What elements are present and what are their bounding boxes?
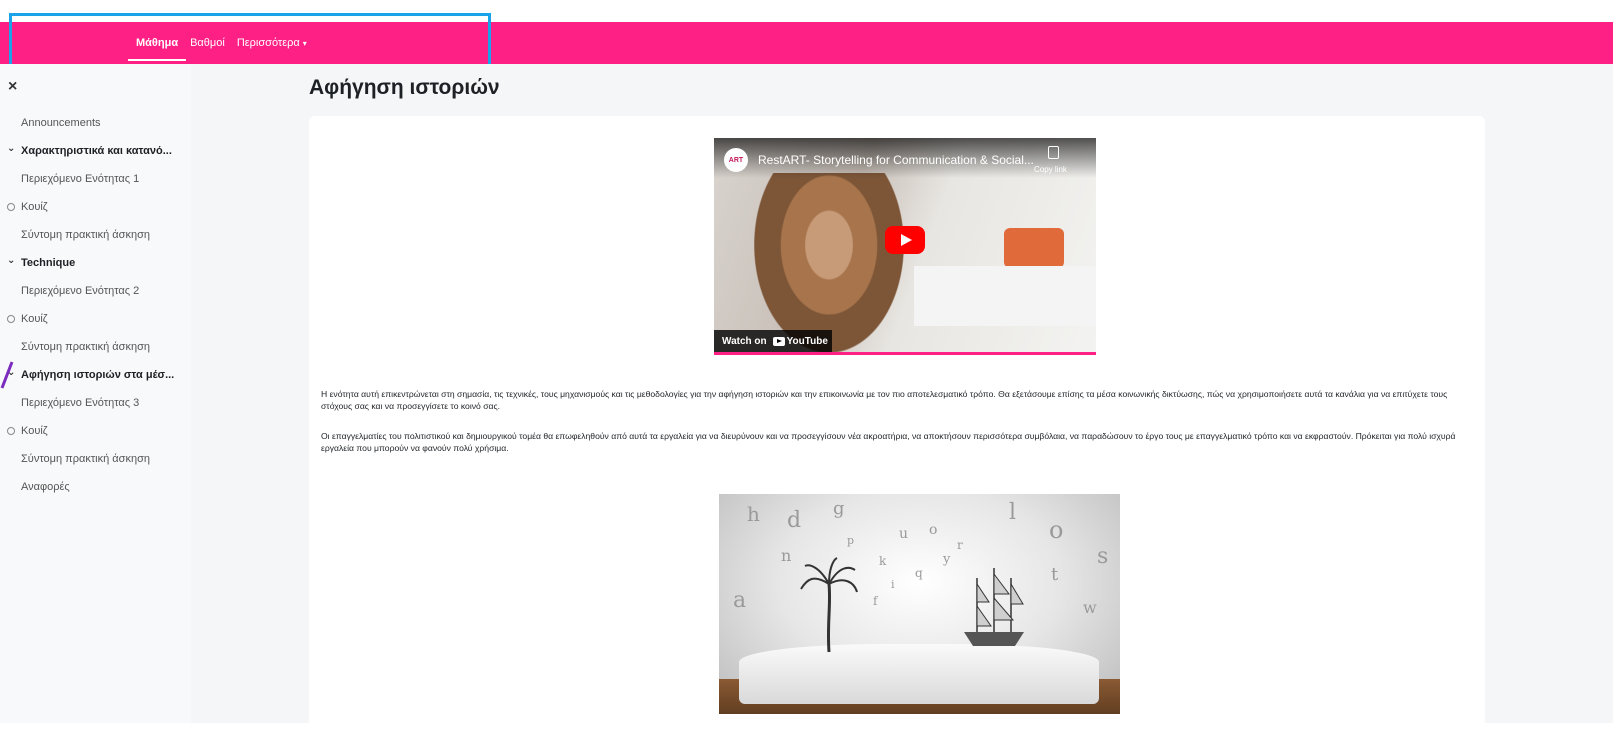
main-content: Αφήγηση ιστοριών ART RestART- Storytelli… (191, 64, 1613, 736)
sidebar-item-label: Περιεχόμενο Ενότητας 2 (21, 285, 140, 297)
intro-paragraph: Η ενότητα αυτή επικεντρώνεται στη σημασί… (321, 389, 1448, 411)
page-title: Αφήγηση ιστοριών (309, 76, 500, 99)
floating-letter: g (833, 498, 845, 519)
sidebar-item-quiz-3[interactable]: Κουίζ (0, 417, 191, 445)
floating-letter: l (1009, 500, 1017, 525)
floating-letter: h (747, 502, 760, 526)
nav-tab-label: Μάθημα (136, 37, 179, 49)
watch-on-label: Watch on (722, 335, 767, 347)
chevron-down-icon[interactable]: ⌄ (7, 367, 15, 378)
youtube-embed[interactable]: ART RestART- Storytelling for Communicat… (714, 138, 1096, 355)
course-index-list: Announcements ⌄ Χαρακτηριστικά και κατανό… (0, 109, 191, 501)
play-button-icon[interactable] (885, 226, 925, 254)
youtube-logo-icon (772, 336, 785, 346)
completion-circle-icon (7, 203, 15, 211)
sidebar-item-practice-1[interactable]: Σύντομη πρακτική άσκηση (0, 221, 191, 249)
floating-letter: f (873, 594, 878, 608)
sidebar-item-label: Σύντομη πρακτική άσκηση (21, 341, 150, 353)
completion-circle-icon (7, 427, 15, 435)
sidebar-section-2[interactable]: ⌄ Technique (0, 249, 191, 277)
nav-tab-grades[interactable]: Βαθμοί (190, 22, 225, 64)
copy-link-label[interactable]: Copy link (1034, 165, 1067, 174)
nav-tab-label: Βαθμοί (190, 37, 225, 49)
sidebar-item-label: Αναφορές (21, 481, 70, 493)
sailing-ship-drawing (964, 568, 1024, 646)
sidebar-item-announcements[interactable]: Announcements (0, 109, 191, 137)
floating-letter: r (957, 538, 963, 552)
content-card: ART RestART- Storytelling for Communicat… (309, 116, 1485, 736)
floating-letter: s (1097, 544, 1109, 569)
floating-letters: h d g l o n p u o r k y q t s i a f w (719, 494, 1120, 644)
close-icon[interactable]: × (8, 78, 17, 96)
sidebar-item-quiz-1[interactable]: Κουίζ (0, 193, 191, 221)
floating-letter: n (781, 546, 792, 565)
sidebar-item-label: Σύντομη πρακτική άσκηση (21, 453, 150, 465)
video-thumbnail-person (754, 173, 904, 352)
storytelling-book-illustration: h d g l o n p u o r k y q t s i a f w (719, 494, 1120, 714)
floating-letter: y (943, 552, 951, 567)
floating-letter: o (1049, 516, 1064, 544)
watch-on-youtube-button[interactable]: Watch on YouTube (714, 330, 832, 352)
floating-letter: i (891, 578, 895, 591)
completion-circle-icon (7, 315, 15, 323)
palm-tree-drawing (800, 557, 858, 653)
sidebar-section-1[interactable]: ⌄ Χαρακτηριστικά και κατανό... (0, 137, 191, 165)
sidebar-item-label: Περιεχόμενο Ενότητας 1 (21, 173, 140, 185)
sidebar-item-label: Σύντομη πρακτική άσκηση (21, 229, 150, 241)
sidebar-item-content-1[interactable]: Περιεχόμενο Ενότητας 1 (0, 165, 191, 193)
benefits-paragraph: Οι επαγγελματίες του πολιτιστικού και δη… (321, 431, 1456, 453)
floating-letter: o (929, 522, 938, 538)
chevron-down-icon[interactable]: ⌄ (7, 255, 15, 266)
video-thumbnail-chair (1004, 228, 1064, 268)
sidebar-item-label: Announcements (21, 117, 101, 129)
sidebar-item-label: Χαρακτηριστικά και κατανό... (21, 145, 172, 157)
top-navbar: Μάθημα Βαθμοί Περισσότερα ▾ (0, 22, 1613, 64)
video-thumbnail-table (914, 266, 1096, 326)
sidebar-section-3[interactable]: ⌄ Αφήγηση ιστοριών στα μέσ... (0, 361, 191, 389)
floating-letter: d (787, 508, 802, 533)
open-book (739, 644, 1099, 704)
copy-icon[interactable] (1048, 146, 1059, 159)
chevron-down-icon: ▾ (302, 38, 307, 48)
channel-avatar[interactable]: ART (724, 148, 748, 172)
floating-letter: a (733, 588, 747, 613)
floating-letter: t (1051, 564, 1059, 585)
nav-tab-more[interactable]: Περισσότερα ▾ (237, 22, 307, 64)
sidebar-item-label: Κουίζ (21, 201, 48, 213)
floating-letter: k (879, 554, 887, 568)
floating-letter: p (847, 534, 855, 547)
course-index-sidebar: × Announcements ⌄ Χαρακτηριστικά και κατα… (0, 64, 191, 723)
chevron-down-icon[interactable]: ⌄ (7, 143, 15, 154)
sidebar-item-label: Technique (21, 257, 76, 269)
floating-letter: u (899, 526, 909, 542)
sidebar-item-label: Περιεχόμενο Ενότητας 3 (21, 397, 140, 409)
nav-tab-label: Περισσότερα (236, 37, 300, 49)
sidebar-item-practice-2[interactable]: Σύντομη πρακτική άσκηση (0, 333, 191, 361)
floating-letter: w (1083, 598, 1097, 617)
sidebar-item-content-3[interactable]: Περιεχόμενο Ενότητας 3 (0, 389, 191, 417)
youtube-wordmark: YouTube (786, 335, 828, 347)
sidebar-item-label: Κουίζ (21, 425, 48, 437)
sidebar-item-practice-3[interactable]: Σύντομη πρακτική άσκηση (0, 445, 191, 473)
primary-nav: Μάθημα Βαθμοί Περισσότερα ▾ (127, 22, 319, 64)
sidebar-item-label: Κουίζ (21, 313, 48, 325)
nav-tab-course[interactable]: Μάθημα (127, 22, 187, 64)
sidebar-item-references[interactable]: Αναφορές (0, 473, 191, 501)
sidebar-item-quiz-2[interactable]: Κουίζ (0, 305, 191, 333)
sidebar-item-content-2[interactable]: Περιεχόμενο Ενότητας 2 (0, 277, 191, 305)
floating-letter: q (915, 566, 923, 580)
sidebar-item-label: Αφήγηση ιστοριών στα μέσ... (21, 369, 175, 381)
video-title[interactable]: RestART- Storytelling for Communication … (758, 153, 1034, 167)
